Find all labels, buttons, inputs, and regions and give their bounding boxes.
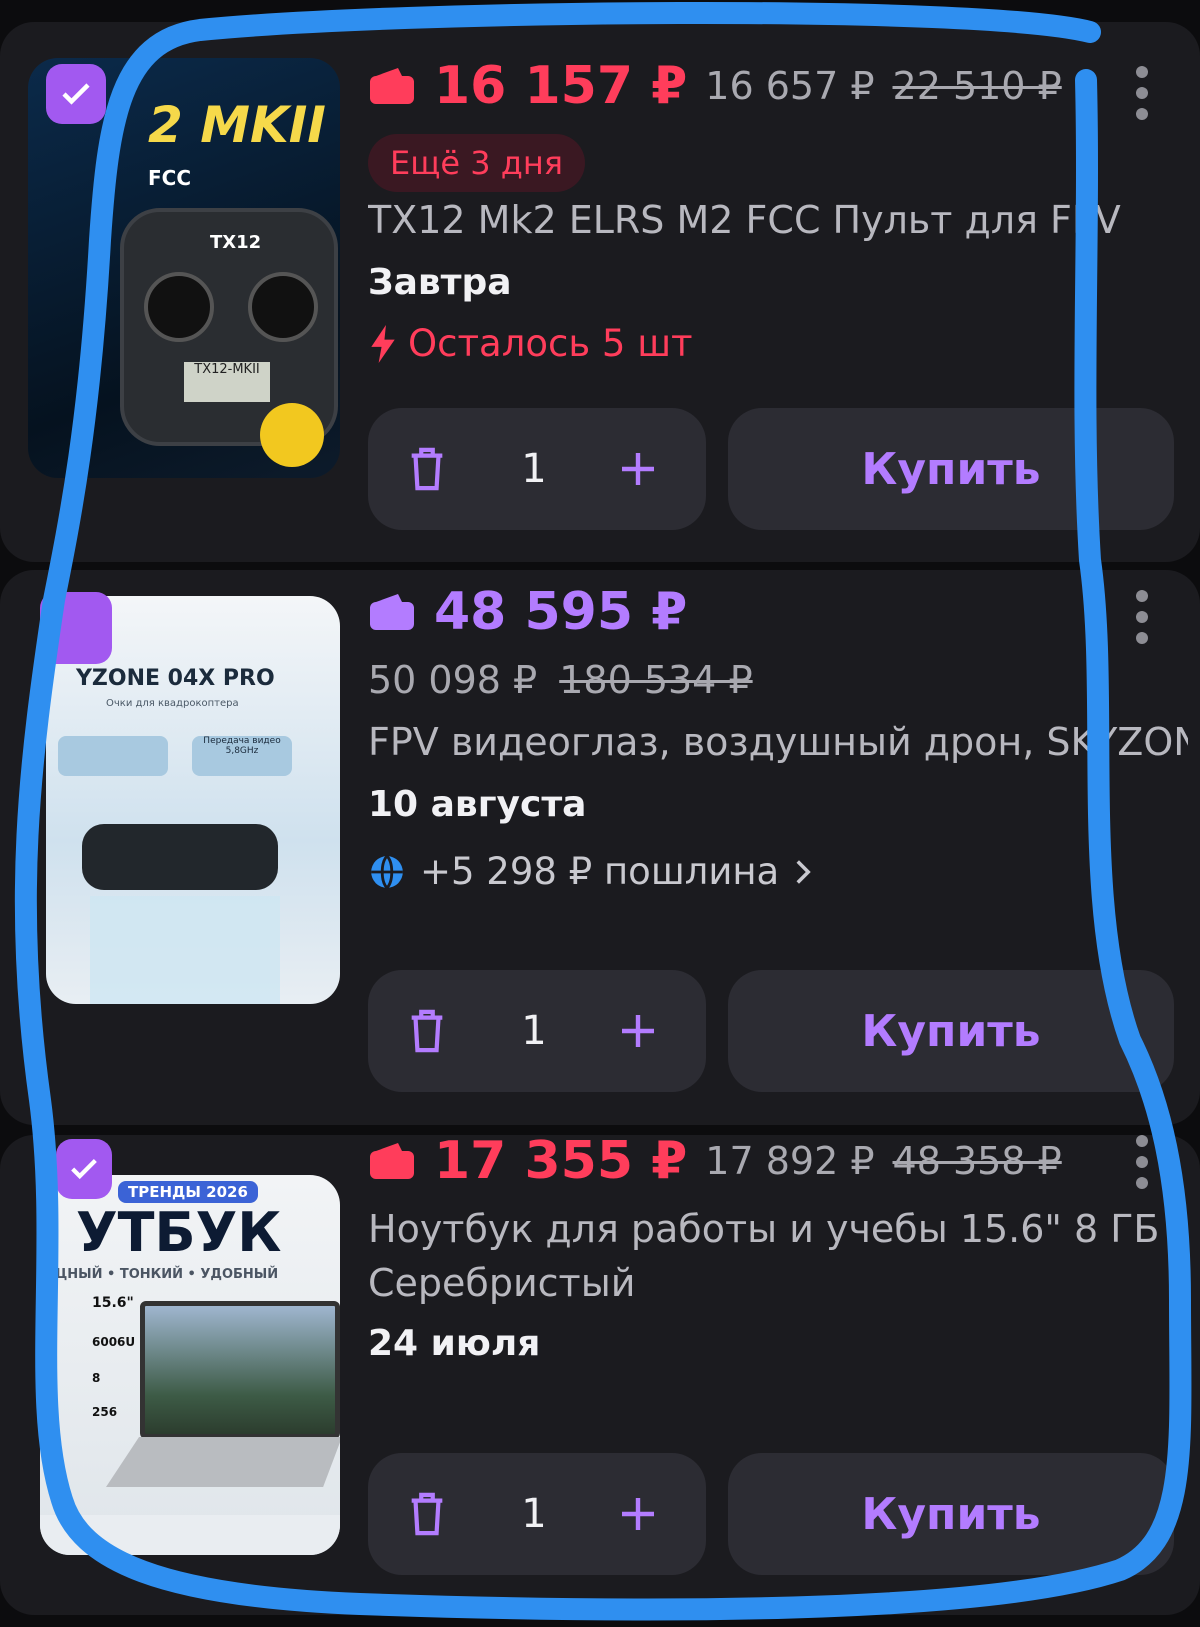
plus-icon[interactable]: [618, 1011, 658, 1051]
checkmark-icon: [62, 83, 90, 105]
quantity-stepper: 1: [368, 1453, 706, 1575]
quantity-value[interactable]: 1: [521, 1008, 546, 1054]
product-title-line2[interactable]: Серебристый: [368, 1261, 1188, 1305]
buy-button[interactable]: Купить: [728, 970, 1174, 1092]
trash-icon[interactable]: [404, 1489, 450, 1539]
product-image-text: TX12: [210, 232, 262, 253]
quantity-value[interactable]: 1: [521, 446, 546, 492]
regular-price: 50 098 ₽: [368, 658, 538, 702]
trash-icon[interactable]: [404, 444, 450, 494]
feature-tag: [58, 736, 168, 776]
laptop-screen: [140, 1301, 340, 1439]
delivery-date: 10 августа: [368, 784, 587, 825]
select-checkbox[interactable]: [40, 592, 112, 664]
cart-item-card: 2 MKII FCC TX12 TX12-MKII 16 157 ₽ 16 65…: [0, 22, 1200, 562]
product-image-text: ТРЕНДЫ 2026: [118, 1181, 258, 1203]
duty-text: +5 298 ₽ пошлина: [420, 850, 780, 893]
product-image-text: Очки для квадрокоптера: [106, 698, 239, 709]
promo-badge: Ещё 3 дня: [368, 134, 586, 192]
product-title[interactable]: TX12 Mk2 ELRS M2 FCC Пульт для FPV: [368, 198, 1188, 242]
chevron-right-icon: [796, 859, 811, 884]
stock-text: Осталось 5 шт: [408, 322, 693, 365]
product-title[interactable]: FPV видеоглаз, воздушный дрон, SKYZONE: [368, 720, 1188, 764]
select-checkbox[interactable]: [46, 64, 106, 124]
brand-badge: [260, 403, 324, 467]
more-options-icon[interactable]: [1136, 1135, 1150, 1189]
checkmark-icon: [71, 1158, 97, 1180]
product-image-text: 6006U: [92, 1335, 136, 1349]
wallet-icon: [370, 68, 414, 104]
product-image-text: УТБУК: [76, 1201, 282, 1264]
delivery-date: Завтра: [368, 262, 512, 303]
globe-icon: [371, 854, 403, 889]
ice-block: [90, 896, 280, 1004]
current-price: 48 595 ₽: [434, 582, 688, 642]
current-price: 16 157 ₽: [434, 56, 688, 116]
quantity-stepper: 1: [368, 970, 706, 1092]
cart-item-card: ТРЕНДЫ 2026 УТБУК ЩНЫЙ • ТОНКИЙ • УДОБНЫ…: [0, 1131, 1200, 1615]
old-price: 22 510 ₽: [892, 64, 1062, 108]
laptop-base: [106, 1437, 340, 1487]
old-price: 48 358 ₽: [892, 1139, 1062, 1183]
cart-item-card: YZONE 04X PRO Очки для квадрокоптера Пер…: [0, 570, 1200, 1125]
more-options-icon[interactable]: [1136, 590, 1150, 644]
regular-price: 17 892 ₽: [705, 1139, 875, 1183]
product-image-text: TX12-MKII: [184, 362, 270, 402]
product-image-text: YZONE 04X PRO: [76, 666, 275, 691]
wallet-icon: [370, 1143, 414, 1179]
buy-button[interactable]: Купить: [728, 1453, 1174, 1575]
stock-warning: Осталось 5 шт: [368, 322, 693, 365]
product-image-text: 8: [92, 1371, 101, 1385]
plus-icon[interactable]: [618, 449, 658, 489]
old-price: 180 534 ₽: [559, 658, 753, 702]
quantity-stepper: 1: [368, 408, 706, 530]
current-price: 17 355 ₽: [434, 1131, 688, 1191]
buy-button[interactable]: Купить: [728, 408, 1174, 530]
product-title[interactable]: Ноутбук для работы и учебы 15.6" 8 ГБ: [368, 1207, 1188, 1251]
product-image-text: FCC: [148, 166, 192, 190]
delivery-date: 24 июля: [368, 1323, 541, 1364]
goggles-illustration: [82, 824, 278, 890]
duty-info[interactable]: +5 298 ₽ пошлина: [368, 850, 813, 893]
plus-icon[interactable]: [618, 1494, 658, 1534]
more-options-icon[interactable]: [1136, 66, 1150, 120]
trash-icon[interactable]: [404, 1006, 450, 1056]
product-image-text: 2 MKII: [148, 96, 326, 154]
product-image-text: 15.6": [92, 1295, 134, 1311]
quantity-value[interactable]: 1: [521, 1491, 546, 1537]
product-image[interactable]: ТРЕНДЫ 2026 УТБУК ЩНЫЙ • ТОНКИЙ • УДОБНЫ…: [40, 1175, 340, 1555]
select-checkbox[interactable]: [56, 1139, 112, 1199]
wallet-icon: [370, 594, 414, 630]
feature-strip: [40, 1515, 340, 1555]
product-image-text: ЩНЫЙ • ТОНКИЙ • УДОБНЫЙ: [50, 1267, 279, 1282]
lightning-icon: [371, 324, 395, 363]
product-image-text: 256: [92, 1405, 118, 1419]
regular-price: 16 657 ₽: [705, 64, 875, 108]
product-image-text: Передача видео 5,8GHz: [192, 736, 292, 776]
